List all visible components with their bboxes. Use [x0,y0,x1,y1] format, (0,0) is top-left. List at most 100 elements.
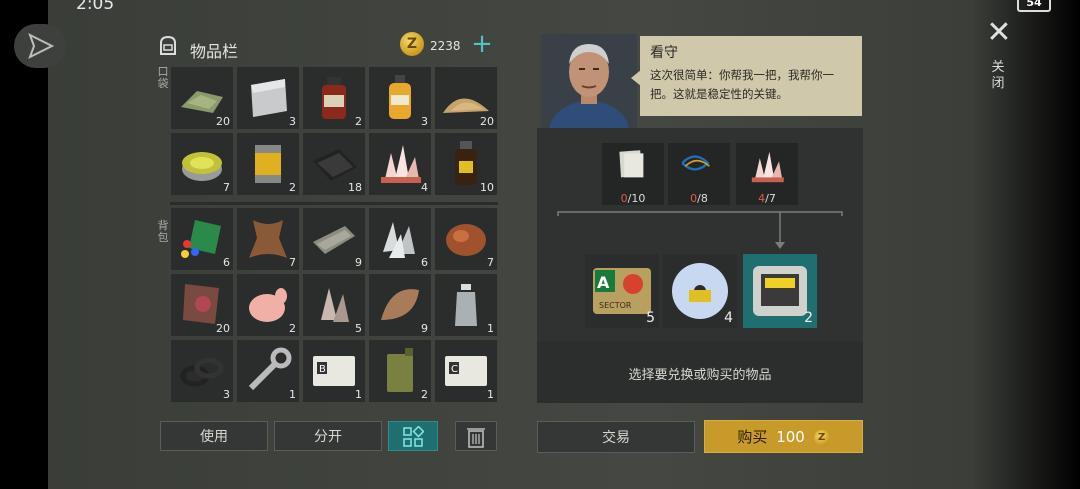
item-count: 7 [223,181,230,194]
item-count: 3 [223,388,230,401]
speech-bubble: 看守 这次很简单：你帮我一把，我帮你一把。这就是稳定性的关键。 [640,36,862,116]
required-item-slot[interactable]: 0/10 [602,143,664,205]
item-count: 20 [216,322,230,335]
buy-button[interactable]: 购买 100 Z [704,420,863,453]
item-count: 6 [223,256,230,269]
coin-icon: Z [400,32,424,56]
plastic-bottle-icon [455,284,477,326]
inventory-slot[interactable]: 3 [369,67,431,129]
reward-count: 4 [724,310,733,326]
yellow-bottle-icon [389,75,411,119]
trader-dialogue: 这次很简单：你帮我一把，我帮你一把。这就是稳定性的关键。 [650,68,834,101]
buy-price: 100 [776,428,805,446]
item-count: 2 [355,115,362,128]
item-count: 10 [480,181,494,194]
quartz-icon [383,222,415,258]
required-item-slot[interactable]: 0/8 [668,143,730,205]
reward-item-slot[interactable]: A SECTOR 5 [585,254,659,328]
required-count: 0/10 [620,192,646,205]
item-count: 20 [216,115,230,128]
item-count: 1 [289,388,296,401]
reward-count: 5 [646,310,655,326]
send-icon[interactable] [14,24,66,68]
buy-label: 购买 [737,428,768,446]
inventory-slot[interactable]: B1 [303,340,365,402]
inventory-slot[interactable]: 7 [435,208,497,270]
required-count: 4/7 [758,192,776,205]
inventory-slot[interactable]: 2 [237,274,299,336]
inventory-slot[interactable]: 7 [171,133,233,195]
backpack-icon [156,34,180,56]
wrench-icon [248,347,292,391]
inventory-slot[interactable]: 2 [369,340,431,402]
inventory-slot[interactable]: 2 [303,67,365,129]
svg-text:C: C [451,364,458,375]
close-icon[interactable]: ✕ [986,18,1012,48]
trash-icon [467,428,485,448]
crystal-icon [751,151,784,183]
status-time: 2:05 [76,0,115,14]
inventory-slot[interactable]: 5 [303,274,365,336]
item-count: 18 [348,181,362,194]
inventory-slot[interactable]: 6 [369,208,431,270]
inventory-slot[interactable]: 10 [435,133,497,195]
fur-icon [381,289,419,320]
required-item-slot[interactable]: 4/7 [736,143,798,205]
item-count: 2 [421,388,428,401]
reward-count: 2 [804,310,813,326]
reward-item-slot[interactable]: 4 [663,254,737,328]
crystal-icon [381,145,421,183]
close-label[interactable]: 关闭 [991,60,1005,92]
jerrycan-icon [387,348,413,392]
rubber-rings-icon [180,357,224,387]
filter-icon [255,145,281,183]
inventory-slot[interactable]: 7 [237,208,299,270]
item-count: 7 [289,256,296,269]
grid-view-button[interactable] [388,421,438,451]
trade-button[interactable]: 交易 [537,421,695,453]
inventory-slot[interactable]: 2 [237,133,299,195]
inventory-slot[interactable]: 1 [237,340,299,402]
ointment-tin-icon [182,152,222,181]
inventory-slot[interactable]: 1 [435,274,497,336]
inventory-slot[interactable]: 9 [303,208,365,270]
inventory-slot[interactable]: 4 [369,133,431,195]
inventory-slot[interactable]: 18 [303,133,365,195]
red-bottle-icon [322,77,346,119]
access-card-b-icon: B [313,356,355,386]
trader-name: 看守 [650,45,678,61]
section-divider [170,202,498,205]
reward-item-slot[interactable]: 2 [743,254,817,328]
add-coins-button[interactable]: + [470,31,494,57]
trader-portrait [541,34,637,128]
coin-balance: 2238 [430,39,461,53]
coin-icon: Z [813,429,830,446]
inventory-slot[interactable]: 6 [171,208,233,270]
inventory-slot[interactable]: C1 [435,340,497,402]
item-count: 1 [487,388,494,401]
inventory-title: 物品栏 [190,42,239,61]
split-button[interactable]: 分开 [274,421,382,451]
item-count: 20 [480,115,494,128]
inventory-slot[interactable]: 9 [369,274,431,336]
item-count: 9 [355,256,362,269]
item-count: 5 [355,322,362,335]
inventory-slot[interactable]: 3 [237,67,299,129]
raw-chicken-icon [249,288,287,322]
keycard-print: A SECTOR [597,273,632,310]
pocket-label: 口袋 [157,65,169,90]
item-count: 3 [289,115,296,128]
svg-text:A: A [597,273,610,292]
inventory-slot[interactable]: 20 [171,67,233,129]
inventory-slot[interactable]: 20 [435,67,497,129]
trade-connector [557,211,843,249]
backpack-label: 背包 [157,219,169,244]
item-count: 1 [355,388,362,401]
trash-button[interactable] [455,421,497,451]
papers-icon [619,150,644,178]
required-count: 0/8 [690,192,708,205]
use-button[interactable]: 使用 [160,421,268,451]
metal-sheet-icon [251,79,287,117]
inventory-slot[interactable]: 20 [171,274,233,336]
inventory-slot[interactable]: 3 [171,340,233,402]
